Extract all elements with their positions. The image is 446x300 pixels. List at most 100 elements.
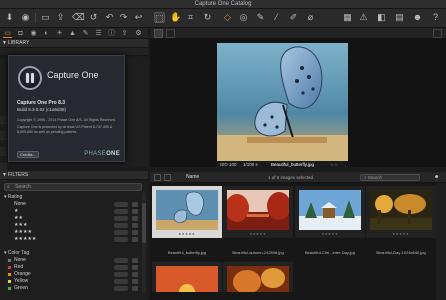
color-tag-filter-row[interactable]: Yellow xyxy=(7,278,138,285)
thumbnail-day[interactable]: ●●●●● xyxy=(366,186,436,238)
rating-checkbox[interactable] xyxy=(132,237,138,242)
select-tool-icon[interactable]: ⬚ xyxy=(154,12,165,23)
rating-count-badge xyxy=(114,216,128,221)
annotate-tool-icon[interactable]: ✐ xyxy=(288,12,299,23)
sort-dropdown[interactable]: Name xyxy=(186,172,199,183)
rotate-tool-icon[interactable]: ↻ xyxy=(202,12,213,23)
color-tag-label: Orange xyxy=(14,271,31,277)
tab-exposure[interactable]: ☀ xyxy=(55,29,64,38)
browser-search-input[interactable]: ⌕ Search xyxy=(360,174,420,181)
color-swatch xyxy=(7,265,12,270)
grid-view-icon[interactable] xyxy=(154,174,161,181)
help-icon[interactable]: ? xyxy=(430,12,441,23)
viewer-rating-icon: ☆☆ xyxy=(330,162,339,167)
search-icon: ⌕ xyxy=(7,184,10,190)
color-tag-checkbox[interactable] xyxy=(132,272,138,277)
full-view-icon[interactable] xyxy=(433,29,442,38)
butterfly-photo[interactable] xyxy=(217,43,348,161)
folder-icon[interactable]: ▭ xyxy=(40,12,51,23)
color-tag-filter-row[interactable]: Red xyxy=(7,264,138,271)
single-view-icon[interactable] xyxy=(154,29,163,38)
color-tag-count-badge xyxy=(114,265,128,270)
tab-details[interactable]: ▲ xyxy=(68,29,77,38)
list-view-icon[interactable] xyxy=(164,174,171,181)
filter-search-input[interactable]: ⌕ Search xyxy=(4,183,142,191)
compare-icon[interactable]: ◧ xyxy=(376,12,387,23)
keystone-tool-icon[interactable]: ◇ xyxy=(222,12,233,23)
rating-checkbox[interactable] xyxy=(132,216,138,221)
color-tag-checkbox[interactable] xyxy=(132,286,138,291)
rating-filter-row[interactable]: ★★★ xyxy=(14,222,138,229)
user-icon[interactable]: ☻ xyxy=(412,12,423,23)
copyright-text: Copyright © 1995 - 2014 Phase One A/S. A… xyxy=(17,118,117,134)
rating-filter-row[interactable]: ★★★★★ xyxy=(14,236,138,243)
viewer-info-bar: ISO 100 1/100 s Beautiful_butterfly.jpg … xyxy=(217,161,348,168)
color-tag-label: Green xyxy=(14,285,28,291)
trash-icon[interactable]: ⌫ xyxy=(72,12,85,23)
tab-capture[interactable]: ◘ xyxy=(16,29,25,38)
collapse-icon: ▼ xyxy=(2,172,7,178)
color-swatch xyxy=(7,286,12,291)
capture-icon[interactable]: ◉ xyxy=(20,12,31,23)
tab-adjustments[interactable]: ☰ xyxy=(94,29,103,38)
thumbnail-leaves[interactable] xyxy=(223,262,293,292)
tab-library[interactable]: ▭ xyxy=(3,29,12,38)
thumbnail-caption: Beautiful_butterfly.jpg xyxy=(167,250,207,255)
multi-view-icon[interactable] xyxy=(166,29,175,38)
rating-group-label[interactable]: ▾ Rating xyxy=(4,194,22,200)
grid-icon[interactable]: ▦ xyxy=(342,12,353,23)
tab-batch[interactable]: ⚙ xyxy=(134,29,143,38)
color-tag-filter-row[interactable]: None xyxy=(7,257,138,264)
eraser-tool-icon[interactable]: ⌀ xyxy=(305,12,316,23)
viewer-layout-icon[interactable]: ▤ xyxy=(394,12,405,23)
thumbnail-butterfly[interactable]: ●●●●● xyxy=(152,186,222,238)
color-tag-checkbox[interactable] xyxy=(132,265,138,270)
browser-scrollbar[interactable] xyxy=(436,183,446,300)
color-tag-filter-row[interactable]: Green xyxy=(7,285,138,292)
rating-count-badge xyxy=(114,202,128,207)
color-tag-group-label[interactable]: ▾ Color Tag xyxy=(4,250,29,256)
spot-tool-icon[interactable]: ◎ xyxy=(238,12,249,23)
browser-toolbar: Name 1 of 6 images selected ⌕ Search ☻ xyxy=(150,172,446,183)
redo-icon[interactable]: ↷ xyxy=(118,12,129,23)
color-tag-checkbox[interactable] xyxy=(132,258,138,263)
reset-icon[interactable]: ↺ xyxy=(88,12,99,23)
crop-tool-icon[interactable]: ⌗ xyxy=(185,12,196,23)
rating-filter-row[interactable]: None xyxy=(14,201,138,208)
copy-adjust-icon[interactable]: ↩ xyxy=(133,12,144,23)
picker-tool-icon[interactable]: ⁄ xyxy=(271,12,282,23)
tab-metadata[interactable]: ⓘ xyxy=(107,29,116,38)
filters-panel: ⌕ Search ▾ Rating None ★ ★★ ★★★ ★★★★ ★★★★★ ▾ … xyxy=(0,181,148,300)
pan-tool-icon[interactable]: ✋ xyxy=(170,12,181,23)
thumbnail-winter[interactable]: ●●●●● xyxy=(295,186,365,238)
filters-panel-header[interactable]: ▼ FILTERS xyxy=(0,171,148,180)
thumbnail-sunset[interactable] xyxy=(152,262,222,292)
color-tag-filter-row[interactable]: Orange xyxy=(7,271,138,278)
about-dialog: Capture One Capture One Pro 8.3 Build 8.… xyxy=(8,55,125,162)
tab-lens[interactable]: ◉ xyxy=(29,29,38,38)
import-icon[interactable]: ⬇ xyxy=(4,12,15,23)
tab-output[interactable]: ⇪ xyxy=(120,29,129,38)
credits-button[interactable]: Credits... xyxy=(17,151,39,158)
brush-tool-icon[interactable]: ✎ xyxy=(255,12,266,23)
undo-icon[interactable]: ↶ xyxy=(104,12,115,23)
rating-filter-row[interactable]: ★ xyxy=(14,208,138,215)
filters-scrollbar[interactable] xyxy=(142,193,146,293)
library-panel-header[interactable]: ▼ LIBRARY xyxy=(0,39,148,48)
thumbnail-autumn[interactable]: ●●●●● xyxy=(223,186,293,238)
tab-local[interactable]: ✎ xyxy=(81,29,90,38)
rating-checkbox[interactable] xyxy=(132,202,138,207)
tab-color[interactable]: ◐ xyxy=(42,29,51,38)
warning-icon[interactable]: ⚠ xyxy=(358,12,369,23)
rating-checkbox[interactable] xyxy=(132,230,138,235)
color-tag-count-badge xyxy=(114,286,128,291)
viewer-filename: Beautiful_butterfly.jpg xyxy=(271,162,314,167)
rating-filter-row[interactable]: ★★★★ xyxy=(14,229,138,236)
rating-checkbox[interactable] xyxy=(132,223,138,228)
rating-filter-row[interactable]: ★★ xyxy=(14,215,138,222)
process-icon[interactable]: ⇪ xyxy=(55,12,66,23)
color-tag-checkbox[interactable] xyxy=(132,279,138,284)
window-title: Capture One Catalog xyxy=(194,1,252,7)
rating-checkbox[interactable] xyxy=(132,209,138,214)
browser-user-icon[interactable]: ☻ xyxy=(434,172,439,183)
